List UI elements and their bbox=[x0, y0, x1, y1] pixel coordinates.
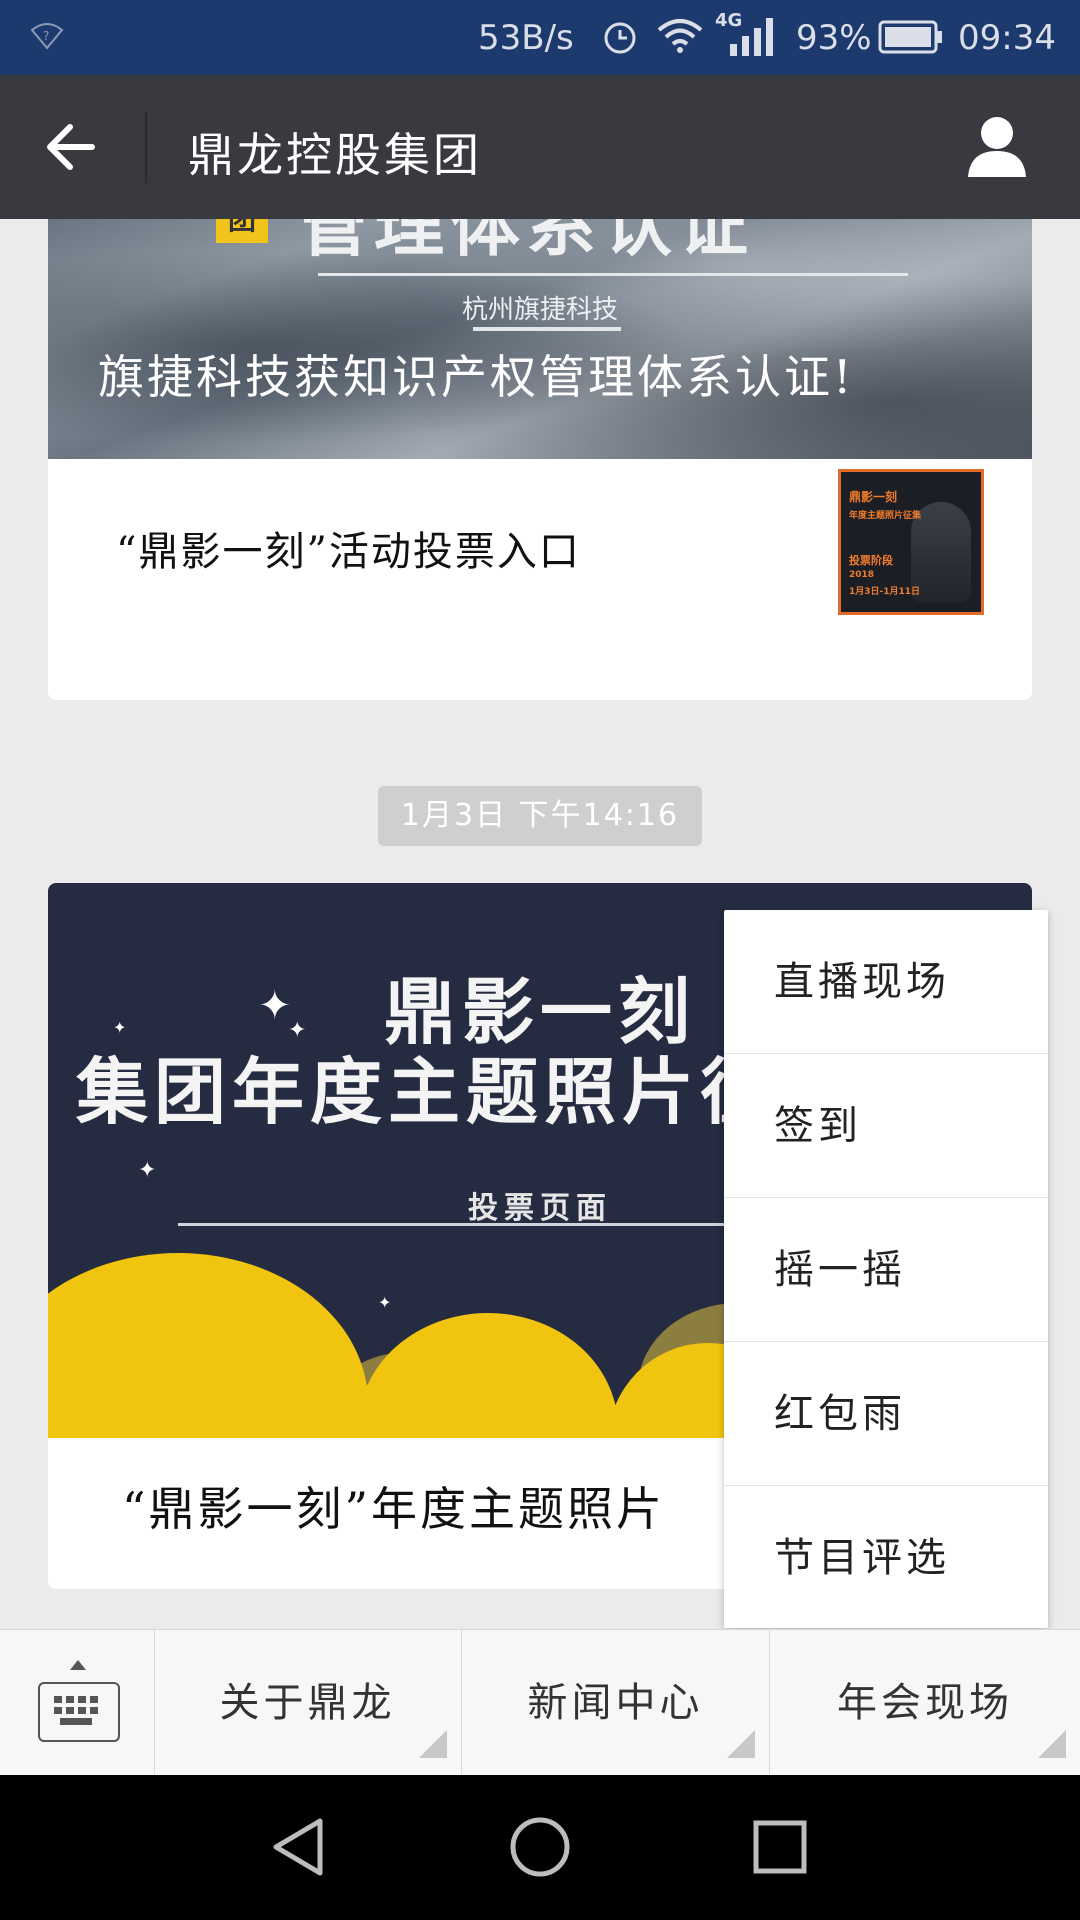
menu-tab-label: 新闻中心 bbox=[527, 1680, 704, 1726]
thumb-text: 年度主题照片征集 bbox=[849, 511, 922, 521]
menu-item-red-packet-rain[interactable]: 红包雨 bbox=[724, 1342, 1048, 1486]
menu-tab-label: 年会现场 bbox=[837, 1680, 1013, 1726]
title-divider bbox=[145, 111, 147, 183]
article-card[interactable]: 团 管理体系认证 杭州旗捷科技 旗捷科技获知识产权管理体系认证! “鼎影一刻”活… bbox=[48, 219, 1032, 700]
bottom-menu-bar: 关于鼎龙 新闻中心 年会现场 bbox=[0, 1629, 1080, 1776]
banner-headline: 旗捷科技获知识产权管理体系认证! bbox=[98, 350, 855, 404]
wifi-icon bbox=[655, 16, 705, 65]
keyboard-icon bbox=[38, 1682, 120, 1742]
signal-icon bbox=[728, 14, 776, 67]
message-timestamp: 1月3日 下午14:16 bbox=[378, 786, 702, 846]
keyboard-toggle-button[interactable] bbox=[0, 1630, 155, 1776]
menu-tab-annual-meeting[interactable]: 年会现场 bbox=[770, 1630, 1080, 1776]
nav-back-icon[interactable] bbox=[268, 1815, 332, 1879]
submenu-indicator-icon bbox=[727, 1730, 755, 1758]
thumb-text: 投票阶段 bbox=[849, 554, 893, 567]
clock: 09:34 bbox=[958, 18, 1056, 58]
star-icon: ✦ bbox=[138, 1158, 157, 1183]
battery-icon bbox=[878, 20, 944, 63]
battery-percent: 93% bbox=[796, 18, 872, 58]
thumb-text: 2018 bbox=[849, 570, 875, 580]
article-title[interactable]: “鼎影一刻”年度主题照片 bbox=[122, 1473, 665, 1539]
banner-logo: 团 bbox=[216, 219, 268, 243]
title-bar: 鼎龙控股集团 bbox=[0, 75, 1080, 219]
thumb-text: 1月3日-1月11日 bbox=[849, 587, 921, 597]
submenu-popup: 直播现场 签到 摇一摇 红包雨 节目评选 bbox=[724, 910, 1048, 1628]
banner-subtitle: 集团年度主题照片征 bbox=[76, 1050, 779, 1134]
svg-text:?: ? bbox=[43, 29, 49, 43]
page-title: 鼎龙控股集团 bbox=[188, 128, 482, 182]
menu-tab-about[interactable]: 关于鼎龙 bbox=[154, 1630, 462, 1776]
article-banner[interactable]: 团 管理体系认证 杭州旗捷科技 旗捷科技获知识产权管理体系认证! bbox=[48, 219, 1032, 459]
banner-divider bbox=[318, 273, 908, 276]
menu-item-program-vote[interactable]: 节目评选 bbox=[724, 1486, 1048, 1630]
net-speed: 53B/s bbox=[478, 18, 574, 58]
article-thumbnail[interactable]: 鼎影一刻 年度主题照片征集 投票阶段 2018 1月3日-1月11日 bbox=[838, 469, 984, 615]
nav-recents-icon[interactable] bbox=[748, 1815, 812, 1879]
status-bar: ? 53B/s 4G 93% 09:34 bbox=[0, 0, 1080, 75]
submenu-indicator-icon bbox=[1038, 1730, 1066, 1758]
menu-tab-label: 关于鼎龙 bbox=[219, 1680, 396, 1726]
star-icon: ✦ bbox=[378, 1293, 392, 1312]
alarm-icon bbox=[600, 16, 640, 65]
menu-item-checkin[interactable]: 签到 bbox=[724, 1054, 1048, 1198]
submenu-indicator-icon bbox=[419, 1730, 447, 1758]
menu-item-live[interactable]: 直播现场 bbox=[724, 910, 1048, 1054]
banner-subtitle: 杭州旗捷科技 bbox=[461, 295, 618, 325]
system-nav-bar bbox=[0, 1775, 1080, 1920]
back-arrow-icon[interactable] bbox=[40, 115, 104, 179]
banner-subtitle-underline bbox=[473, 327, 621, 331]
menu-item-shake[interactable]: 摇一摇 bbox=[724, 1198, 1048, 1342]
nav-home-icon[interactable] bbox=[508, 1815, 572, 1879]
article-title[interactable]: “鼎影一刻”活动投票入口 bbox=[116, 519, 581, 577]
wifi-unknown-icon: ? bbox=[30, 18, 64, 61]
profile-icon[interactable] bbox=[964, 113, 1030, 179]
thumb-text: 鼎影一刻 bbox=[849, 490, 898, 504]
banner-heading: 管理体系认证 bbox=[298, 219, 754, 266]
chevron-up-icon bbox=[70, 1660, 86, 1670]
menu-tab-news[interactable]: 新闻中心 bbox=[462, 1630, 770, 1776]
